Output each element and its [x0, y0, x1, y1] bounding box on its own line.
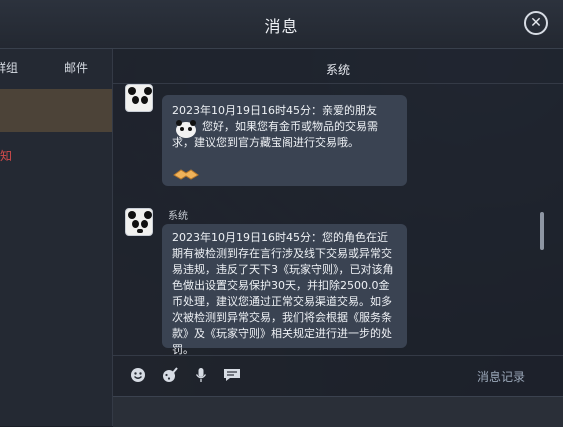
- message-window: 消息 ✕ 群组 邮件 通知 系统 2023年10月19日16时45分：亲爱的朋友…: [0, 0, 563, 427]
- tab-groups[interactable]: 群组: [0, 59, 18, 76]
- handshake-icon: [172, 166, 200, 182]
- panda-ear-right: [144, 211, 152, 219]
- notice-item[interactable]: 通知: [0, 147, 12, 164]
- message-text-line: 求，建议您到官方藏宝阁进行交易哦。: [172, 136, 359, 149]
- chat-input-area[interactable]: [113, 396, 563, 427]
- close-button[interactable]: ✕: [524, 11, 548, 35]
- emoji-icon[interactable]: [129, 366, 147, 384]
- panda-eye-left: [132, 96, 139, 104]
- chat-scrollbar[interactable]: [540, 212, 544, 250]
- panda-eye-left: [132, 220, 139, 228]
- panda-sticker-icon: [174, 118, 198, 138]
- message-text-line: 2023年10月19日16时45分：亲爱的朋友: [172, 104, 377, 117]
- tab-mail[interactable]: 邮件: [64, 59, 88, 76]
- avatar: [125, 208, 153, 236]
- title-bar: 消息 ✕: [0, 0, 563, 49]
- brush-icon[interactable]: [161, 366, 179, 384]
- left-panel: 群组 邮件 通知: [0, 49, 113, 426]
- message-text: 2023年10月19日16时45分：您的角色在近期有被检测到存在言行涉及线下交易…: [172, 231, 394, 356]
- panda-eye-right: [141, 96, 148, 104]
- panda-ear-left: [128, 87, 136, 95]
- chat-area: 2023年10月19日16时45分：亲爱的朋友 您好，如果您有金币或物品的交易需…: [113, 84, 545, 356]
- system-tab-header: 系统: [113, 49, 563, 84]
- sender-name: 系统: [168, 211, 188, 222]
- message-bubble-1: 2023年10月19日16时45分：亲爱的朋友 您好，如果您有金币或物品的交易需…: [162, 95, 407, 186]
- avatar: [125, 84, 153, 112]
- panda-nose: [137, 229, 143, 233]
- panda-ear-right: [144, 87, 152, 95]
- chat-toolbar: 消息记录: [113, 355, 563, 396]
- left-selected-item[interactable]: [0, 89, 112, 132]
- close-icon: ✕: [530, 15, 542, 31]
- message-bubble-2: 2023年10月19日16时45分：您的角色在近期有被检测到存在言行涉及线下交易…: [162, 224, 407, 356]
- window-title: 消息: [264, 17, 299, 36]
- message-text-line: 您好，如果您有金币或物品的交易需: [202, 120, 378, 133]
- microphone-icon[interactable]: [192, 366, 210, 384]
- message-history-link[interactable]: 消息记录: [477, 368, 525, 385]
- panda-ear-left: [128, 211, 136, 219]
- tab-system[interactable]: 系统: [113, 61, 563, 78]
- panda-eye-right: [141, 220, 148, 228]
- chat-bubble-icon[interactable]: [223, 366, 241, 384]
